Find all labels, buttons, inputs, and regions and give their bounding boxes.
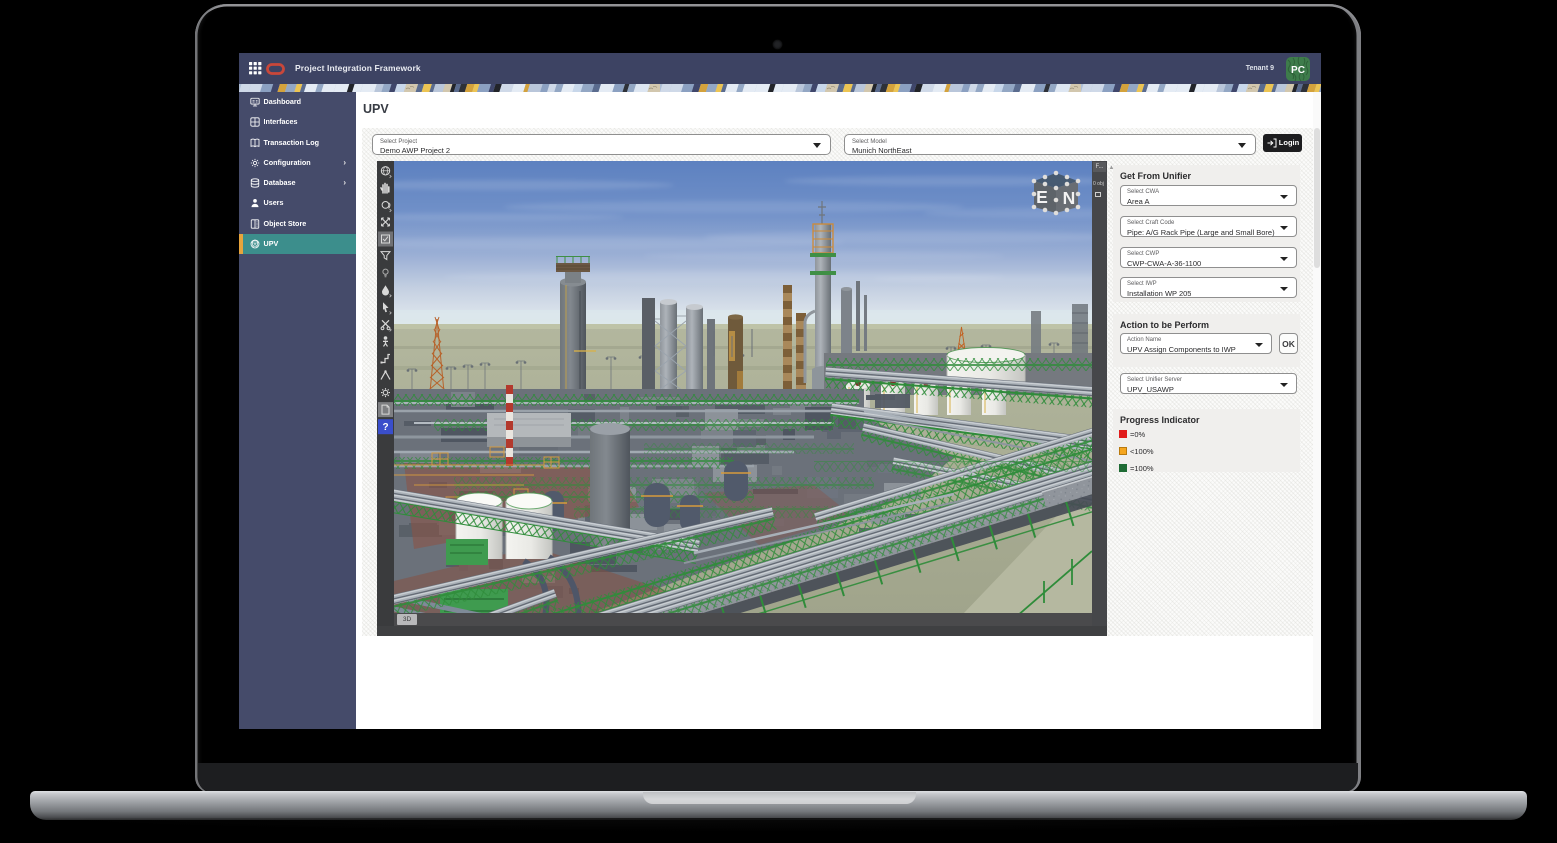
svg-text:PC: PC bbox=[1291, 65, 1305, 76]
svg-text:E: E bbox=[1036, 187, 1048, 207]
svg-text:?: ? bbox=[382, 422, 388, 433]
svg-text:N: N bbox=[1063, 188, 1076, 208]
